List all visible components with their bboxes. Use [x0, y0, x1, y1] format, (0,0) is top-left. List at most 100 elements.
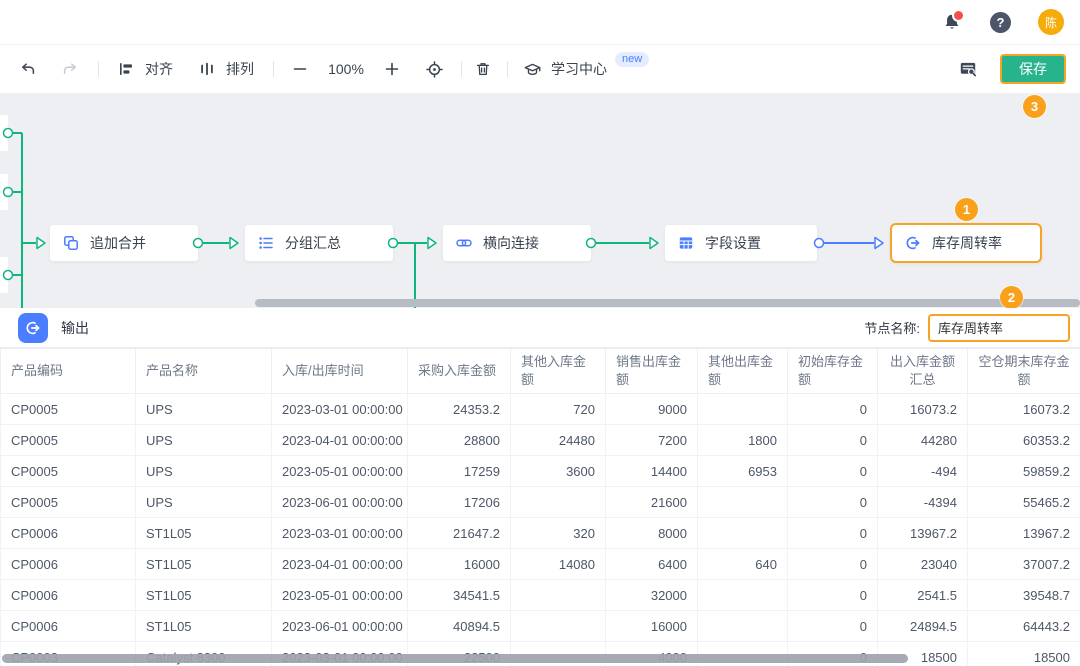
table-cell: 37007.2 [968, 549, 1080, 580]
align-label: 对齐 [145, 59, 173, 79]
table-cell [698, 394, 788, 425]
table-cell: ST1L05 [136, 580, 272, 611]
table-cell: -4394 [878, 487, 968, 518]
redo-button[interactable] [58, 57, 82, 81]
column-header: 出入库金额汇总 [878, 349, 968, 394]
undo-button[interactable] [16, 57, 40, 81]
table-cell: 2023-06-01 00:00:00 [272, 487, 408, 518]
table-cell: 16000 [606, 611, 698, 642]
flow-node-append-merge[interactable]: 追加合并 [50, 225, 198, 261]
save-button[interactable]: 保存 [1000, 54, 1066, 84]
table-cell: 0 [788, 394, 878, 425]
help-button[interactable]: ? [990, 12, 1011, 33]
table-cell: UPS [136, 456, 272, 487]
arrange-button[interactable]: 排列 [195, 57, 254, 81]
toolbar-divider [461, 61, 462, 77]
table-cell: 2023-05-01 00:00:00 [272, 580, 408, 611]
table-cell: CP0006 [1, 580, 136, 611]
table-cell: 640 [698, 549, 788, 580]
zoom-out-button[interactable] [288, 57, 312, 81]
table-cell: 9000 [606, 394, 698, 425]
toolbar: 对齐 排列 100% 学习中心 new [0, 45, 1080, 93]
table-cell: 2023-06-01 00:00:00 [272, 611, 408, 642]
column-header: 产品编码 [1, 349, 136, 394]
column-header: 初始库存金额 [788, 349, 878, 394]
undo-icon [20, 61, 36, 77]
table-cell: 28800 [408, 425, 511, 456]
table-cell: CP0005 [1, 456, 136, 487]
flow-node-field-settings[interactable]: 字段设置 [665, 225, 817, 261]
node-name-input[interactable] [928, 314, 1070, 342]
table-cell: 13967.2 [878, 518, 968, 549]
notification-badge [952, 9, 965, 22]
table-header-row: 产品编码产品名称入库/出库时间采购入库金额其他入库金额销售出库金额其他出库金额初… [1, 349, 1080, 394]
table-cell: 2023-03-01 00:00:00 [272, 518, 408, 549]
delete-button[interactable] [471, 57, 495, 81]
data-preview-button[interactable] [956, 57, 980, 81]
table-cell: 24480 [511, 425, 606, 456]
flow-node-group-summary[interactable]: 分组汇总 [245, 225, 393, 261]
table-cell: 60353.2 [968, 425, 1080, 456]
flow-node-label: 追加合并 [90, 233, 146, 253]
align-button[interactable]: 对齐 [114, 57, 173, 81]
table-cell: 7200 [606, 425, 698, 456]
learning-center-button[interactable]: 学习中心 new [520, 57, 649, 81]
table-row: CP0006ST1L052023-03-01 00:00:0021647.232… [1, 518, 1080, 549]
table-row: CP0006ST1L052023-04-01 00:00:00160001408… [1, 549, 1080, 580]
table-cell: 0 [788, 425, 878, 456]
table-cell: 21647.2 [408, 518, 511, 549]
table-cell: 24353.2 [408, 394, 511, 425]
topbar: ? 陈 [0, 0, 1080, 45]
table-cell: 2023-04-01 00:00:00 [272, 425, 408, 456]
graduation-cap-icon [520, 57, 544, 81]
flow-canvas[interactable]: 追加合并分组汇总横向连接字段设置库存周转率 1 2 3 [0, 93, 1080, 308]
table-cell: CP0006 [1, 518, 136, 549]
table-cell: CP0005 [1, 394, 136, 425]
table-cell: 40894.5 [408, 611, 511, 642]
table-cell: 2023-03-01 00:00:00 [272, 394, 408, 425]
flow-node-horizontal-join[interactable]: 横向连接 [443, 225, 591, 261]
table-row: CP0005UPS2023-06-01 00:00:0017206216000-… [1, 487, 1080, 518]
flow-node-stub[interactable] [0, 115, 8, 151]
align-icon [114, 57, 138, 81]
table-cell: CP0006 [1, 611, 136, 642]
flow-node-label: 字段设置 [705, 233, 761, 253]
table-cell: ST1L05 [136, 518, 272, 549]
table-cell: 8000 [606, 518, 698, 549]
flow-node-stub[interactable] [0, 174, 8, 210]
table-cell: ST1L05 [136, 611, 272, 642]
table-cell: 320 [511, 518, 606, 549]
zoom-in-button[interactable] [380, 57, 404, 81]
avatar[interactable]: 陈 [1038, 9, 1064, 35]
table-cell: 0 [788, 549, 878, 580]
column-header: 销售出库金额 [606, 349, 698, 394]
table-cell: 6400 [606, 549, 698, 580]
table-cell: 16073.2 [968, 394, 1080, 425]
table-cell: 39548.7 [968, 580, 1080, 611]
table-row: CP0005UPS2023-05-01 00:00:00172593600144… [1, 456, 1080, 487]
group-icon [258, 235, 274, 251]
column-header: 其他入库金额 [511, 349, 606, 394]
trash-icon [475, 61, 491, 77]
table-cell: 0 [788, 518, 878, 549]
table-cell: 2541.5 [878, 580, 968, 611]
table-cell: 0 [788, 456, 878, 487]
table-cell: 44280 [878, 425, 968, 456]
redo-icon [62, 61, 78, 77]
table-horizontal-scrollbar[interactable] [2, 654, 908, 663]
notifications-button[interactable] [941, 11, 963, 33]
table-icon [678, 235, 694, 251]
canvas-horizontal-scrollbar[interactable] [255, 299, 1080, 307]
table-row: CP0006ST1L052023-06-01 00:00:0040894.5 16… [1, 611, 1080, 642]
flow-node-inventory-turnover[interactable]: 库存周转率 [890, 223, 1042, 263]
zoom-fit-button[interactable] [422, 57, 446, 81]
output-icon [18, 313, 48, 343]
column-header: 空仓期末库存金额 [968, 349, 1080, 394]
column-header: 产品名称 [136, 349, 272, 394]
flow-node-stub[interactable] [0, 257, 8, 293]
table-cell: 24894.5 [878, 611, 968, 642]
table-cell: 16000 [408, 549, 511, 580]
table-cell: 0 [788, 580, 878, 611]
table-cell: 34541.5 [408, 580, 511, 611]
table-cell: 720 [511, 394, 606, 425]
